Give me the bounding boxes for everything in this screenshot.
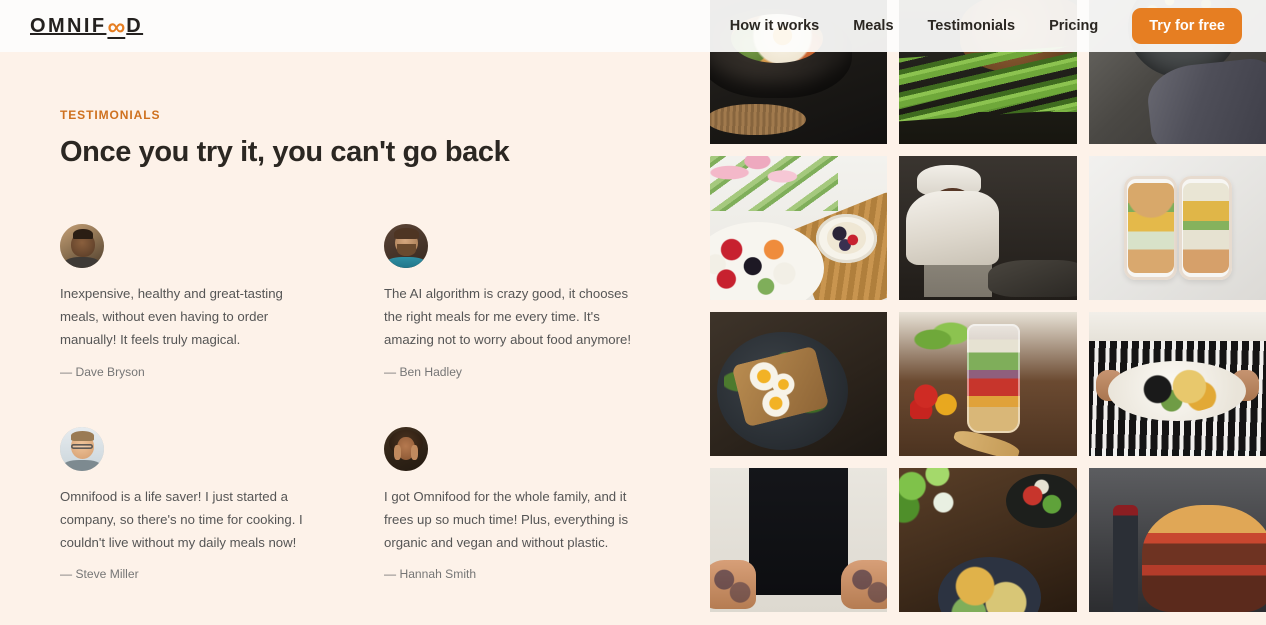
gallery-photo-6 bbox=[1088, 156, 1266, 300]
testimonial-quote: Inexpensive, healthy and great-tasting m… bbox=[60, 286, 283, 348]
testimonial-author: — Hannah Smith bbox=[384, 567, 477, 582]
avatar-steve-miller bbox=[60, 426, 104, 471]
testimonial-quote: The AI algorithm is crazy good, it choos… bbox=[384, 286, 632, 348]
gallery-photo-5 bbox=[899, 156, 1077, 300]
gallery-photo-9 bbox=[1088, 312, 1266, 456]
testimonial-ben-hadley: The AI algorithm is crazy good, it choos… bbox=[384, 224, 642, 379]
nav-link-meals[interactable]: Meals bbox=[853, 18, 893, 34]
logo-text-after: D bbox=[126, 15, 144, 37]
gallery-photo-12 bbox=[1088, 468, 1266, 612]
section-subheading: TESTIMONIALS bbox=[60, 108, 161, 122]
testimonial-quote: Omnifood is a life saver! I just started… bbox=[60, 488, 303, 550]
main-navigation: How it works Meals Testimonials Pricing … bbox=[730, 8, 1242, 44]
omnifood-logo[interactable]: OMNIF ∞ D bbox=[30, 14, 143, 39]
infinity-icon: ∞ bbox=[107, 12, 126, 41]
testimonial-author: — Steve Miller bbox=[60, 567, 139, 582]
testimonials-grid: Inexpensive, healthy and great-tasting m… bbox=[60, 224, 650, 581]
site-header: OMNIF ∞ D How it works Meals Testimonials … bbox=[0, 0, 1266, 52]
avatar-hannah-smith bbox=[384, 426, 428, 471]
testimonial-dave-bryson: Inexpensive, healthy and great-tasting m… bbox=[60, 224, 318, 379]
gallery-photo-7 bbox=[710, 312, 888, 456]
logo-text-before: OMNIF bbox=[30, 15, 107, 37]
gallery-photo-4 bbox=[710, 156, 888, 300]
gallery-photo-11 bbox=[899, 468, 1077, 612]
avatar-ben-hadley bbox=[384, 224, 428, 269]
testimonial-hannah-smith: I got Omnifood for the whole family, and… bbox=[384, 426, 642, 582]
nav-link-pricing[interactable]: Pricing bbox=[1049, 18, 1098, 34]
gallery-photo-8 bbox=[899, 312, 1077, 456]
nav-link-testimonials[interactable]: Testimonials bbox=[928, 18, 1016, 34]
nav-link-how-it-works[interactable]: How it works bbox=[730, 18, 819, 34]
testimonial-quote: I got Omnifood for the whole family, and… bbox=[384, 488, 629, 550]
testimonial-steve-miller: Omnifood is a life saver! I just started… bbox=[60, 426, 318, 582]
photo-gallery bbox=[710, 0, 1266, 625]
testimonial-author: — Ben Hadley bbox=[384, 364, 462, 379]
gallery-photo-10 bbox=[710, 468, 888, 612]
testimonials-section: TESTIMONIALS Once you try it, you can't … bbox=[0, 52, 710, 625]
avatar-dave-bryson bbox=[60, 224, 104, 269]
testimonial-author: — Dave Bryson bbox=[60, 364, 145, 379]
page-title: Once you try it, you can't go back bbox=[60, 136, 510, 168]
try-for-free-button[interactable]: Try for free bbox=[1132, 8, 1242, 44]
